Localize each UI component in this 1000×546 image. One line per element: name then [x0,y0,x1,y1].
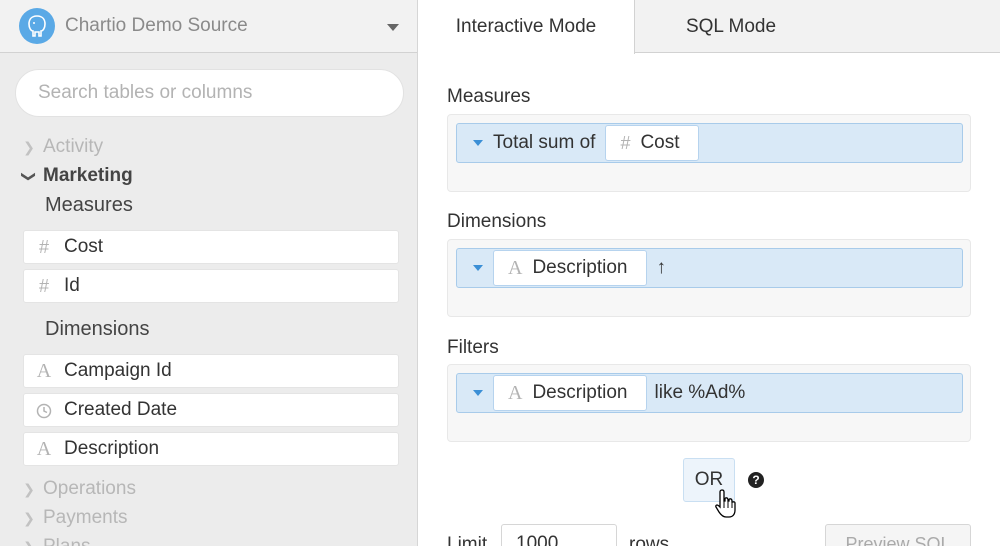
field-label: Description [532,382,628,403]
chevron-right-icon: ❯ [23,509,35,526]
measure-field-chip[interactable]: # Cost [605,125,699,161]
number-hash-icon: # [620,132,631,153]
column-label: Created Date [64,399,178,420]
text-type-icon: A [36,437,52,460]
help-icon[interactable]: ? [748,472,764,488]
filter-pill[interactable]: A Description like %Ad% [456,373,963,413]
column-label: Description [64,438,160,459]
column-id[interactable]: # Id [23,269,399,303]
table-activity[interactable]: ❯ Activity [22,136,103,158]
preview-sql-button[interactable]: Preview SQL [825,524,971,546]
filter-field-chip[interactable]: A Description [493,375,647,411]
column-label: Id [64,275,80,296]
caret-down-icon[interactable] [473,265,483,271]
dimension-pill[interactable]: A Description ↑ [456,248,963,288]
aggregate-label[interactable]: Total sum of [493,132,595,154]
table-label: Plans [43,536,91,546]
caret-down-icon[interactable] [473,390,483,396]
filters-title: Filters [447,337,499,358]
dimensions-title: Dimensions [447,211,547,232]
text-type-icon: A [36,359,52,382]
hand-pointer-cursor-icon [715,489,736,518]
column-label: Cost [64,236,104,257]
tab-interactive-mode[interactable]: Interactive Mode [418,0,635,54]
schema-sidebar: Chartio Demo Source ❯ Activity ❯ Marketi… [0,0,418,546]
measures-section-label: Measures [45,194,133,216]
number-hash-icon: # [38,275,49,296]
measure-pill[interactable]: Total sum of # Cost [456,123,963,163]
mode-tabs: Interactive Mode SQL Mode [418,0,1000,54]
column-created-date[interactable]: Created Date [23,393,399,427]
caret-down-icon[interactable] [473,140,483,146]
rows-label: rows [629,534,670,546]
measures-title: Measures [447,86,531,107]
chevron-down-icon[interactable] [387,24,399,31]
table-marketing[interactable]: ❯ Marketing [22,165,133,187]
clock-icon [24,400,64,421]
table-label: Marketing [43,165,133,186]
table-label: Payments [43,507,128,528]
filters-dropzone[interactable]: A Description like %Ad% [447,364,971,442]
table-label: Activity [43,136,104,157]
column-label: Campaign Id [64,360,172,381]
limit-label: Limit [447,534,488,546]
field-label: Description [532,257,628,278]
column-cost[interactable]: # Cost [23,230,399,264]
tab-sql-mode[interactable]: SQL Mode [635,0,827,53]
dimensions-section-label: Dimensions [45,318,150,340]
field-label: Cost [640,132,680,153]
chevron-right-icon: ❯ [23,138,35,155]
text-type-icon: A [508,256,523,279]
query-builder: Interactive Mode SQL Mode Measures Total… [418,0,1000,546]
chevron-right-icon: ❯ [22,539,36,546]
chevron-down-icon: ❯ [21,170,38,182]
search-input[interactable] [15,69,404,117]
dimension-field-chip[interactable]: A Description [493,250,647,286]
table-label: Operations [43,478,136,499]
column-description[interactable]: A Description [23,432,399,466]
sort-ascending-icon[interactable]: ↑ [657,257,667,279]
filter-condition[interactable]: like %Ad% [655,382,746,404]
data-source-selector[interactable]: Chartio Demo Source [0,0,417,53]
postgresql-elephant-icon [19,8,55,44]
column-campaign-id[interactable]: A Campaign Id [23,354,399,388]
limit-input[interactable]: 1000 [501,524,617,546]
measures-dropzone[interactable]: Total sum of # Cost [447,114,971,192]
dimensions-dropzone[interactable]: A Description ↑ [447,239,971,317]
data-source-name: Chartio Demo Source [65,15,248,36]
chevron-right-icon: ❯ [23,480,35,497]
table-payments[interactable]: ❯ Payments [22,507,127,529]
table-plans[interactable]: ❯ Plans [22,536,91,546]
table-operations[interactable]: ❯ Operations [22,478,136,500]
number-hash-icon: # [38,236,49,257]
text-type-icon: A [508,381,523,404]
